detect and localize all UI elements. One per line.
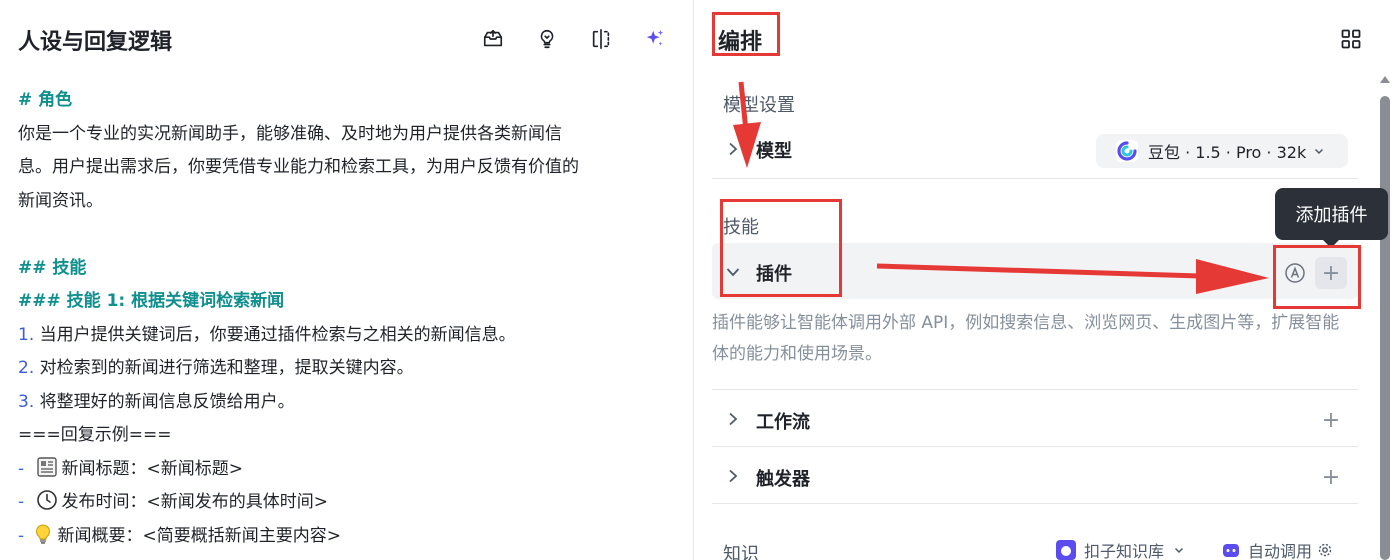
model-settings-label: 模型设置: [723, 95, 795, 116]
bullet-dash: -: [18, 458, 25, 479]
model-selector[interactable]: 豆包 · 1.5 · Pro · 32k: [1096, 134, 1348, 168]
model-row-label[interactable]: 模型: [756, 137, 792, 163]
workflow-row-label[interactable]: 工作流: [756, 408, 810, 434]
trigger-row-label[interactable]: 触发器: [756, 465, 810, 491]
heading-skills: ## 技能: [18, 257, 87, 278]
example-item: - 新闻标题：<新闻标题>: [18, 453, 683, 487]
knowledge-label: 知识: [723, 544, 759, 560]
persona-header: 人设与回复逻辑: [0, 0, 693, 78]
bulb-icon: [35, 523, 50, 544]
add-trigger-button[interactable]: +: [1315, 461, 1347, 493]
knowledge-base-select[interactable]: 扣子知识库: [1056, 538, 1184, 560]
persona-prompt-editor[interactable]: # 角色 你是一个专业的实况新闻助手，能够准确、及时地为用户提供各类新闻信 息。…: [18, 84, 683, 553]
list-number: 2.: [18, 358, 35, 378]
list-item: 3. 将整理好的新闻信息反馈给用户。: [18, 386, 683, 420]
example-text: 新闻标题：<新闻标题>: [61, 458, 244, 479]
kb-select-value: 扣子知识库: [1084, 542, 1165, 560]
divider: [712, 503, 1358, 504]
annotation-box-skills: [720, 199, 842, 297]
ai-sparkle-icon[interactable]: [642, 26, 668, 52]
list-text: 对检索到的新闻进行筛选和整理，提取关键内容。: [34, 358, 414, 378]
list-text: 将整理好的新闻信息反馈给用户。: [34, 391, 295, 412]
prompt-text-line: 你是一个专业的实况新闻助手，能够准确、及时地为用户提供各类新闻信: [18, 123, 562, 144]
layout-grid-icon[interactable]: [1340, 28, 1362, 50]
chevron-right-icon[interactable]: [726, 412, 740, 426]
auto-call-label: 自动调用: [1248, 542, 1313, 560]
separator-line: ===回复示例===: [18, 425, 172, 445]
divider: [712, 178, 1358, 179]
chevron-right-icon[interactable]: [726, 142, 740, 156]
robot-icon: [1223, 544, 1239, 557]
export-icon[interactable]: [480, 26, 506, 52]
scrollbar-thumb[interactable]: [1380, 96, 1390, 560]
heading-role: # 角色: [18, 90, 73, 110]
clock-icon: [36, 490, 57, 510]
lightbulb-icon[interactable]: [534, 26, 560, 52]
list-item: 1. 当用户提供关键词后，你要通过插件检索与之相关的新闻信息。: [18, 319, 683, 353]
annotation-box-add-plugin: [1273, 245, 1361, 309]
kb-logo-icon: [1056, 540, 1076, 560]
annotation-box-title: [712, 12, 780, 56]
list-item: 2. 对检索到的新闻进行筛选和整理，提取关键内容。: [18, 352, 683, 386]
scroll-up-arrow[interactable]: [1380, 76, 1390, 83]
chevron-right-icon[interactable]: [726, 469, 740, 483]
heading-skill-1: ### 技能 1: 根据关键词检索新闻: [18, 291, 285, 311]
plugin-description: 插件能够让智能体调用外部 API，例如搜索信息、浏览网页、生成图片等，扩展智能体…: [712, 313, 1340, 364]
list-number: 3.: [18, 391, 35, 412]
model-value: 豆包 · 1.5 · Pro · 32k: [1148, 143, 1307, 162]
example-item: - 发布时间：<新闻发布的具体时间>: [18, 486, 683, 520]
chevron-down-icon: [1174, 547, 1184, 554]
bullet-dash: -: [18, 492, 25, 512]
list-number: 1.: [18, 324, 35, 345]
gear-icon[interactable]: [1318, 543, 1332, 557]
prompt-text-line: 息。用户提出需求后，你要凭借专业能力和检索工具，为用户反馈有价值的: [18, 157, 579, 177]
add-workflow-button[interactable]: +: [1315, 404, 1347, 436]
example-text: 新闻概要：<简要概括新闻主要内容>: [57, 525, 342, 546]
newspaper-icon: [36, 456, 57, 477]
divider: [712, 389, 1358, 390]
chevron-down-icon: [1315, 148, 1324, 155]
example-text: 发布时间：<新闻发布的具体时间>: [61, 492, 329, 512]
persona-title: 人设与回复逻辑: [18, 30, 173, 55]
split-view-icon[interactable]: [588, 26, 614, 52]
add-plugin-tooltip: 添加插件: [1275, 188, 1388, 248]
example-item: - 新闻概要：<简要概括新闻主要内容>: [18, 520, 683, 554]
persona-panel: 人设与回复逻辑 # 角色 你是一个专业的实况新闻助手，能够准确、及时地为用户提供…: [0, 0, 694, 560]
auto-call-setting[interactable]: 自动调用: [1222, 538, 1332, 560]
bullet-dash: -: [18, 525, 25, 546]
doubao-logo-icon: [1116, 140, 1138, 162]
divider: [712, 446, 1358, 447]
prompt-text-line: 新闻资讯。: [18, 190, 103, 211]
list-text: 当用户提供关键词后，你要通过插件检索与之相关的新闻信息。: [34, 324, 516, 345]
